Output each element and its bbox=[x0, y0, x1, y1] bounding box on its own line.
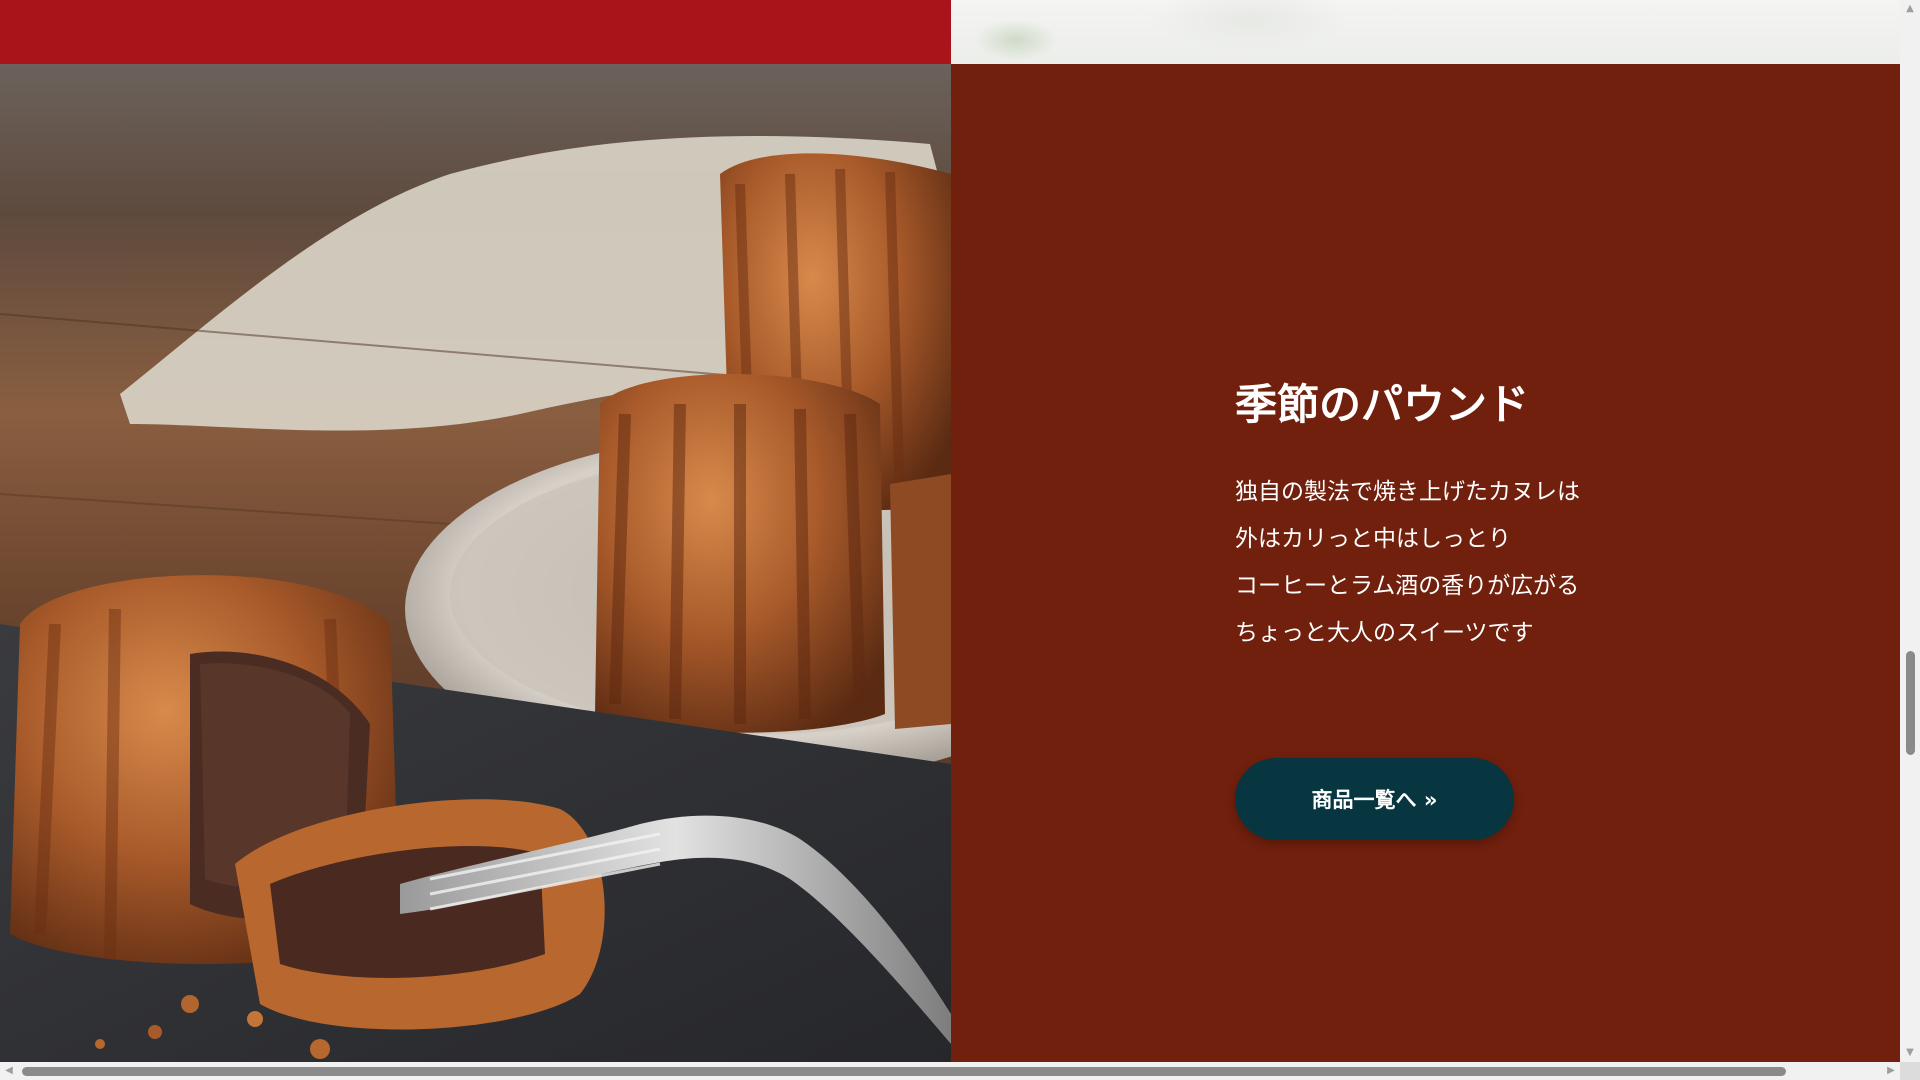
page-viewport: 季節のパウンド 独自の製法で焼き上げたカヌレは 外はカリっと中はしっとり コーヒ… bbox=[0, 0, 1900, 1062]
description-line: 独自の製法で焼き上げたカヌレは bbox=[1235, 479, 1580, 505]
vertical-scroll-thumb[interactable] bbox=[1906, 651, 1915, 755]
feature-panel: 季節のパウンド 独自の製法で焼き上げたカヌレは 外はカリっと中はしっとり コーヒ… bbox=[951, 64, 1900, 1062]
scroll-left-arrow-icon[interactable]: ◀ bbox=[0, 1062, 18, 1080]
horizontal-scrollbar[interactable]: ◀ ▶ bbox=[0, 1062, 1900, 1080]
description-line: コーヒーとラム酒の香りが広がる bbox=[1235, 573, 1580, 599]
scrollbar-corner bbox=[1900, 1062, 1920, 1080]
description-line: 外はカリっと中はしっとり bbox=[1235, 526, 1511, 552]
description-line: ちょっと大人のスイーツです bbox=[1235, 620, 1534, 646]
scroll-up-arrow-icon[interactable]: ▲ bbox=[1900, 0, 1920, 18]
cannele-illustration bbox=[0, 64, 951, 1062]
section-description: 独自の製法で焼き上げたカヌレは 外はカリっと中はしっとり コーヒーとラム酒の香り… bbox=[1235, 469, 1580, 657]
vertical-scrollbar[interactable]: ▲ ▼ bbox=[1900, 0, 1920, 1062]
scroll-right-arrow-icon[interactable]: ▶ bbox=[1882, 1062, 1900, 1080]
top-banner-red bbox=[0, 0, 951, 64]
top-banner-image bbox=[951, 0, 1900, 64]
product-list-button[interactable]: 商品一覧へ » bbox=[1235, 758, 1514, 840]
scroll-down-arrow-icon[interactable]: ▼ bbox=[1900, 1044, 1920, 1062]
horizontal-scroll-thumb[interactable] bbox=[22, 1067, 1786, 1076]
section-title: 季節のパウンド bbox=[1235, 380, 1530, 429]
cannele-photo bbox=[0, 64, 951, 1062]
